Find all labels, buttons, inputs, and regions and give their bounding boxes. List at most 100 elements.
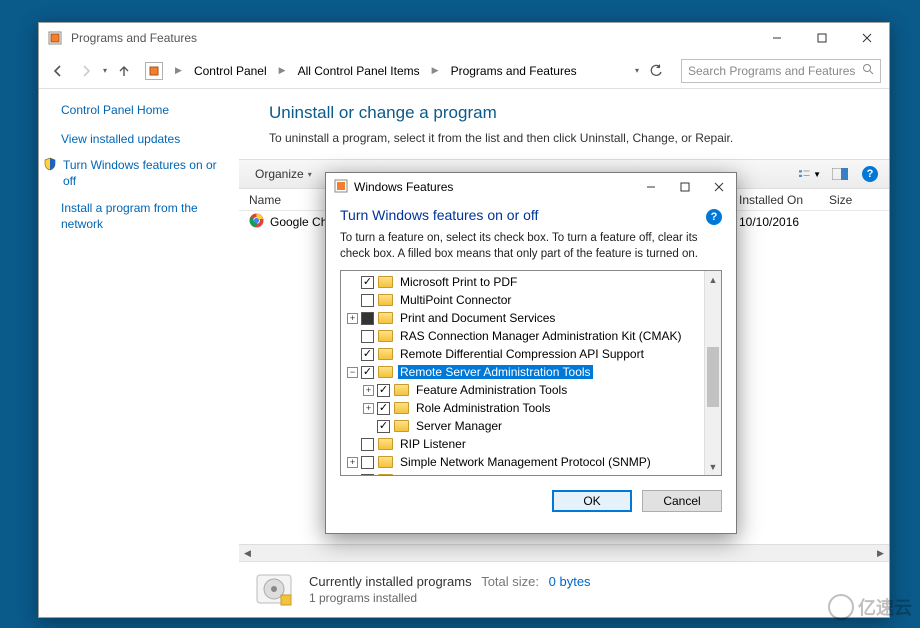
feature-label: RIP Listener <box>398 437 468 451</box>
feature-node[interactable]: RIP Listener <box>341 435 704 453</box>
history-dropdown-icon[interactable]: ▾ <box>103 66 107 75</box>
up-button[interactable] <box>113 60 135 82</box>
folder-icon <box>378 312 393 324</box>
status-count: 1 programs installed <box>309 591 591 605</box>
search-input[interactable]: Search Programs and Features <box>681 59 881 83</box>
forward-button[interactable] <box>75 60 97 82</box>
folder-icon <box>378 366 393 378</box>
feature-node[interactable]: Simple TCPIP services (i.e. echo, daytim… <box>341 471 704 475</box>
dialog-close-button[interactable] <box>702 173 736 201</box>
horizontal-scrollbar[interactable]: ◀ ▶ <box>239 544 889 561</box>
dialog-maximize-button[interactable] <box>668 173 702 201</box>
expander-icon[interactable]: + <box>347 313 358 324</box>
checkbox[interactable] <box>361 474 374 476</box>
checkbox[interactable] <box>361 438 374 451</box>
feature-label: RAS Connection Manager Administration Ki… <box>398 329 683 343</box>
app-icon <box>47 30 63 46</box>
scrollbar-thumb[interactable] <box>707 347 719 407</box>
search-icon <box>862 63 874 78</box>
feature-node[interactable]: Server Manager <box>341 417 704 435</box>
dialog-minimize-button[interactable] <box>634 173 668 201</box>
scroll-left-icon[interactable]: ◀ <box>239 545 256 562</box>
back-button[interactable] <box>47 60 69 82</box>
address-dropdown-icon[interactable]: ▾ <box>635 66 639 75</box>
maximize-button[interactable] <box>799 23 844 53</box>
feature-node[interactable]: Remote Differential Compression API Supp… <box>341 345 704 363</box>
feature-node[interactable]: +Print and Document Services <box>341 309 704 327</box>
checkbox[interactable] <box>361 276 374 289</box>
checkbox[interactable] <box>361 294 374 307</box>
folder-icon <box>378 294 393 306</box>
preview-pane-button[interactable] <box>829 163 851 185</box>
close-button[interactable] <box>844 23 889 53</box>
scroll-up-icon[interactable]: ▲ <box>705 271 721 288</box>
breadcrumb-item[interactable]: All Control Panel Items <box>294 62 424 80</box>
feature-tree[interactable]: Microsoft Print to PDF MultiPoint Connect… <box>341 271 704 475</box>
folder-icon <box>378 330 393 342</box>
help-button[interactable]: ? <box>859 163 881 185</box>
checkbox[interactable] <box>377 384 390 397</box>
dialog-title: Windows Features <box>354 180 453 194</box>
feature-label: Microsoft Print to PDF <box>398 275 519 289</box>
status-bar: Currently installed programs Total size:… <box>239 561 889 617</box>
watermark: 亿速云 <box>828 594 912 620</box>
location-icon[interactable] <box>145 62 163 80</box>
folder-icon <box>378 276 393 288</box>
watermark-icon <box>828 594 854 620</box>
organize-button[interactable]: Organize▾ <box>247 165 320 183</box>
breadcrumb-separator-icon: ▶ <box>277 65 288 76</box>
feature-label: Simple TCPIP services (i.e. echo, daytim… <box>398 473 649 475</box>
folder-icon <box>378 474 393 475</box>
window-title: Programs and Features <box>71 31 197 45</box>
feature-label: Role Administration Tools <box>414 401 553 415</box>
feature-node[interactable]: MultiPoint Connector <box>341 291 704 309</box>
feature-label: MultiPoint Connector <box>398 293 513 307</box>
page-heading: Uninstall or change a program <box>239 89 889 131</box>
checkbox[interactable] <box>361 330 374 343</box>
feature-node[interactable]: +Simple Network Management Protocol (SNM… <box>341 453 704 471</box>
sidebar-link-updates[interactable]: View installed updates <box>61 131 229 147</box>
checkbox[interactable] <box>361 456 374 469</box>
column-size[interactable]: Size <box>829 193 889 207</box>
breadcrumb-item[interactable]: Programs and Features <box>447 62 581 80</box>
sidebar-link-network[interactable]: Install a program from the network <box>61 200 229 232</box>
sidebar-link-features[interactable]: Turn Windows features on or off <box>61 157 229 189</box>
feature-node[interactable]: Microsoft Print to PDF <box>341 273 704 291</box>
checkbox[interactable] <box>361 348 374 361</box>
search-placeholder: Search Programs and Features <box>688 64 855 78</box>
feature-node[interactable]: + Role Administration Tools <box>341 399 704 417</box>
cancel-button[interactable]: Cancel <box>642 490 722 512</box>
refresh-button[interactable] <box>645 60 667 82</box>
checkbox[interactable] <box>361 366 374 379</box>
folder-icon <box>394 402 409 414</box>
checkbox[interactable] <box>377 402 390 415</box>
ok-button[interactable]: OK <box>552 490 632 512</box>
status-icon <box>253 569 295 611</box>
tree-scrollbar[interactable]: ▲ ▼ <box>704 271 721 475</box>
feature-node[interactable]: +Feature Administration Tools <box>341 381 704 399</box>
feature-label: Server Manager <box>414 419 504 433</box>
scroll-right-icon[interactable]: ▶ <box>872 545 889 562</box>
column-installed-on[interactable]: Installed On <box>739 193 829 207</box>
sidebar: Control Panel Home View installed update… <box>39 89 239 617</box>
view-options-button[interactable]: ▼ <box>799 163 821 185</box>
windows-features-dialog: Windows Features Turn Windows features o… <box>325 172 737 534</box>
dialog-help-button[interactable]: ? <box>706 209 722 225</box>
breadcrumb-separator-icon: ▶ <box>173 65 184 76</box>
expander-icon[interactable]: − <box>347 367 358 378</box>
program-date: 10/10/2016 <box>739 215 829 229</box>
sidebar-heading[interactable]: Control Panel Home <box>61 103 229 117</box>
breadcrumb-item[interactable]: Control Panel <box>190 62 271 80</box>
feature-node[interactable]: −Remote Server Administration Tools <box>341 363 704 381</box>
folder-icon <box>394 420 409 432</box>
checkbox[interactable] <box>361 312 374 325</box>
checkbox[interactable] <box>377 420 390 433</box>
dialog-titlebar: Windows Features <box>326 173 736 201</box>
expander-icon[interactable]: + <box>347 457 358 468</box>
expander-icon[interactable]: + <box>363 385 374 396</box>
expander-icon[interactable]: + <box>363 403 374 414</box>
minimize-button[interactable] <box>754 23 799 53</box>
feature-node[interactable]: RAS Connection Manager Administration Ki… <box>341 327 704 345</box>
scroll-down-icon[interactable]: ▼ <box>705 458 721 475</box>
shield-icon <box>43 157 57 171</box>
